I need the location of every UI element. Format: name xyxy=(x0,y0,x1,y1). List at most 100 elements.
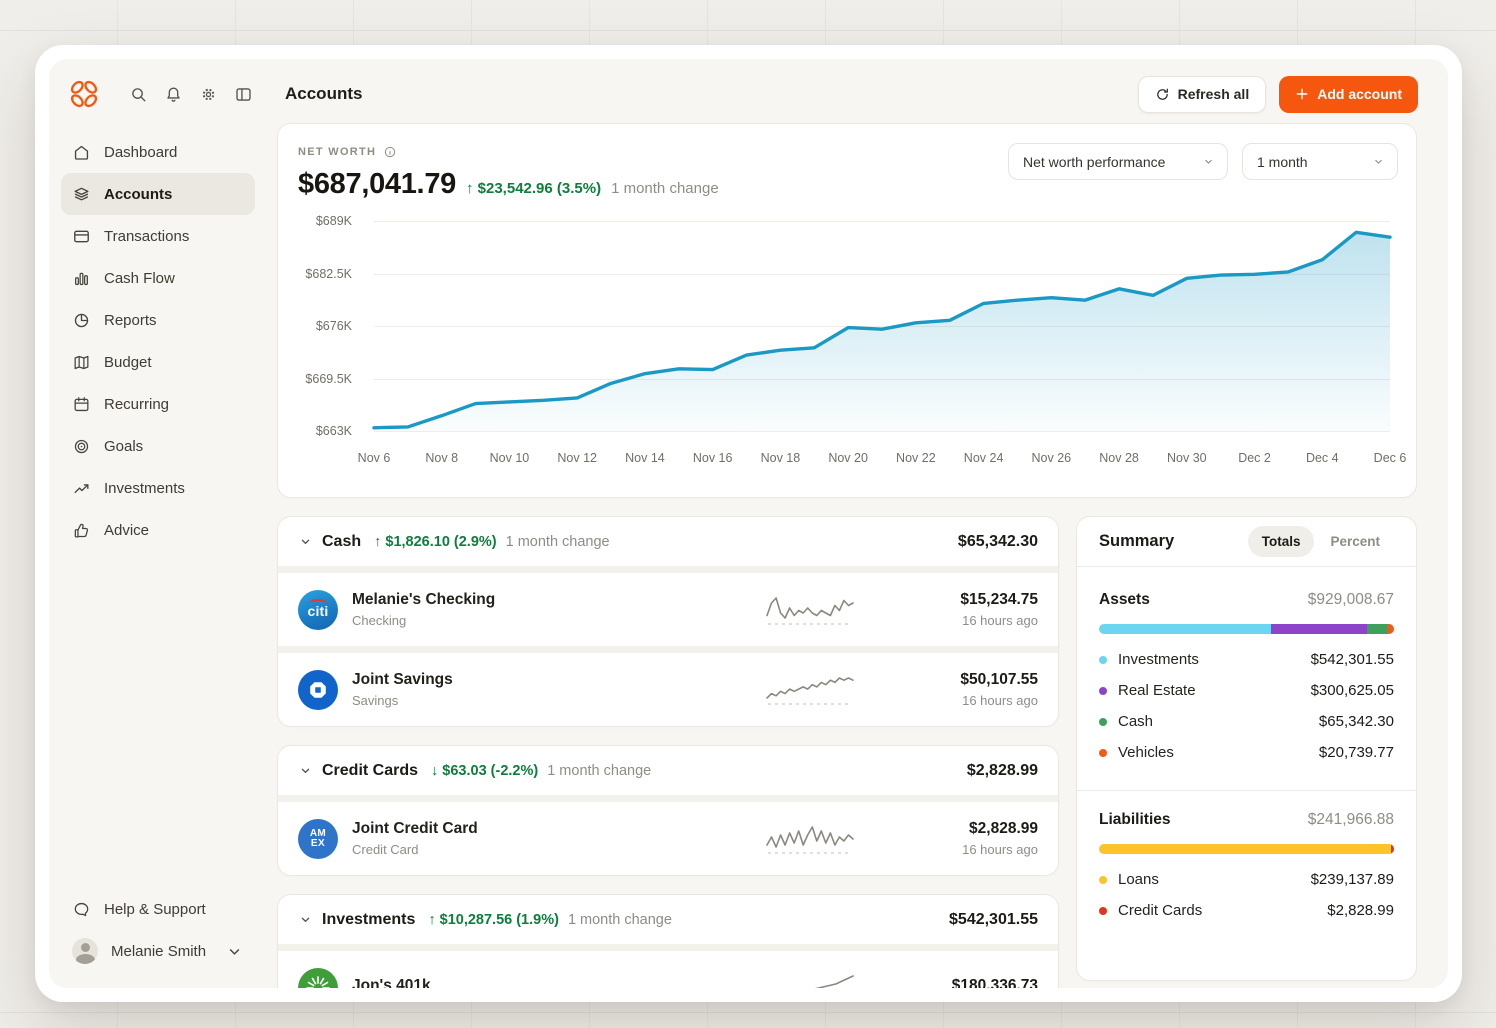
settings-gear-icon[interactable] xyxy=(193,79,223,109)
divider xyxy=(278,566,1058,573)
net-worth-card: NET WORTH $687,041.79 ↑ $23,542.96 (3.5%… xyxy=(277,123,1417,498)
notifications-bell-icon[interactable] xyxy=(158,79,188,109)
account-type: Savings xyxy=(352,693,399,708)
search-icon[interactable] xyxy=(123,79,153,109)
chat-bubble-icon xyxy=(74,902,89,916)
pie-chart-icon xyxy=(74,313,89,327)
credit-cards-section-header[interactable]: Credit Cards ↓ $63.03 (-2.2%) 1 month cha… xyxy=(278,746,1058,795)
section-change: ↑ $10,287.56 (1.9%) xyxy=(428,911,559,928)
sidebar-item-label: Goals xyxy=(104,437,144,455)
chevron-down-icon xyxy=(298,534,313,549)
sidebar-item-investments[interactable]: Investments xyxy=(61,467,255,509)
networth-plot[interactable] xyxy=(374,221,1390,432)
user-avatar xyxy=(72,938,98,964)
info-icon[interactable] xyxy=(383,145,397,159)
legend-row-loans: Loans $239,137.89 xyxy=(1099,864,1394,895)
chevron-down-icon xyxy=(298,912,313,927)
account-row-melanies-checking[interactable]: citi Melanie's Checking Checking $15,234… xyxy=(278,573,1058,646)
liabilities-legend: Loans $239,137.89 Credit Cards $2,828.99 xyxy=(1099,864,1394,926)
refresh-all-label: Refresh all xyxy=(1177,86,1250,102)
sidebar-item-advice[interactable]: Advice xyxy=(61,509,255,551)
legend-dot xyxy=(1099,655,1107,664)
percent-tab[interactable]: Percent xyxy=(1316,526,1394,557)
liabilities-bar xyxy=(1099,844,1394,854)
section-total: $65,342.30 xyxy=(957,532,1038,550)
legend-row-cash: Cash $65,342.30 xyxy=(1099,706,1394,737)
add-account-label: Add account xyxy=(1317,86,1402,102)
account-name: Jon's 401k xyxy=(352,976,431,989)
x-axis-tick-label: Nov 12 xyxy=(557,451,597,465)
legend-dot xyxy=(1099,686,1107,695)
amex-logo-icon: AM EX xyxy=(298,818,338,859)
section-title: Investments xyxy=(322,910,416,928)
time-range-select[interactable]: 1 month xyxy=(1242,143,1398,180)
app-header: Accounts Refresh all Add account xyxy=(49,59,1448,123)
chevron-down-icon xyxy=(298,763,313,778)
account-name: Melanie's Checking xyxy=(352,591,496,608)
assets-total: $929,008.67 xyxy=(1307,591,1394,608)
legend-row-investments: Investments $542,301.55 xyxy=(1099,644,1394,675)
sidebar-item-label: Reports xyxy=(104,311,157,329)
section-change: ↓ $63.03 (-2.2%) xyxy=(431,762,539,779)
sidebar-item-reports[interactable]: Reports xyxy=(61,299,255,341)
add-account-button[interactable]: Add account xyxy=(1279,75,1418,113)
legend-dot xyxy=(1099,748,1107,757)
sidebar-item-budget[interactable]: Budget xyxy=(61,341,255,383)
summary-view-toggle: Totals Percent xyxy=(1247,526,1394,557)
account-balance: $15,234.75 xyxy=(960,591,1038,608)
view-select-value: Net worth performance xyxy=(1023,153,1166,170)
section-title: Credit Cards xyxy=(322,761,419,779)
account-updated: 16 hours ago xyxy=(962,613,1038,628)
sidebar-item-recurring[interactable]: Recurring xyxy=(61,383,255,425)
legend-dot xyxy=(1099,875,1107,884)
account-balance: $2,828.99 xyxy=(969,820,1038,837)
sidebar-item-accounts[interactable]: Accounts xyxy=(61,173,255,215)
summary-title: Summary xyxy=(1099,532,1175,550)
net-worth-value: $687,041.79 xyxy=(298,168,456,200)
sidebar-item-goals[interactable]: Goals xyxy=(61,425,255,467)
sidebar: Dashboard Accounts Transactions Cash Flo… xyxy=(49,123,267,988)
x-axis-tick-label: Dec 6 xyxy=(1373,451,1407,465)
sidebar-item-label: Cash Flow xyxy=(104,269,175,287)
account-row-joint-credit-card[interactable]: AM EX Joint Credit Card Credit Card $2,82… xyxy=(278,802,1058,875)
legend-row-credit-cards: Credit Cards $2,828.99 xyxy=(1099,895,1394,926)
assets-bar xyxy=(1099,624,1394,634)
y-axis-tick-label: $663K xyxy=(315,424,352,438)
section-change-note: 1 month change xyxy=(547,762,652,779)
range-select-value: 1 month xyxy=(1257,153,1308,170)
citi-logo-icon: citi xyxy=(298,589,338,630)
summary-panel: Summary Totals Percent Assets $929,008.6… xyxy=(1076,516,1417,981)
sidebar-item-transactions[interactable]: Transactions xyxy=(61,215,255,257)
trending-up-icon xyxy=(74,483,89,493)
net-worth-view-select[interactable]: Net worth performance xyxy=(1008,143,1228,180)
monarch-logo-icon[interactable] xyxy=(67,77,101,111)
net-worth-chart[interactable]: $689K $682.5K $676K $669.5K $663K Nov 6 Nov 8… xyxy=(298,214,1406,465)
divider xyxy=(278,646,1058,653)
plus-icon xyxy=(1295,87,1309,101)
credit-card-icon xyxy=(74,230,89,242)
section-total: $2,828.99 xyxy=(966,761,1038,779)
help-support-button[interactable]: Help & Support xyxy=(61,888,255,930)
cash-section-header[interactable]: Cash ↑ $1,826.10 (2.9%) 1 month change $6… xyxy=(278,517,1058,566)
sidebar-item-dashboard[interactable]: Dashboard xyxy=(61,131,255,173)
account-type: Checking xyxy=(352,613,407,628)
chevron-down-icon xyxy=(1375,159,1382,164)
totals-tab[interactable]: Totals xyxy=(1247,526,1315,557)
chart-y-labels: $689K $682.5K $676K $669.5K $663K xyxy=(298,214,352,438)
x-axis-tick-label: Nov 26 xyxy=(1031,451,1072,465)
sidebar-toggle-icon[interactable] xyxy=(228,79,258,109)
user-name: Melanie Smith xyxy=(111,942,207,960)
account-row-joint-savings[interactable]: Joint Savings Savings $50,107.55 16 hour… xyxy=(278,653,1058,726)
x-axis-tick-label: Dec 4 xyxy=(1305,451,1339,465)
x-axis-tick-label: Nov 10 xyxy=(489,451,530,465)
sidebar-item-cash-flow[interactable]: Cash Flow xyxy=(61,257,255,299)
refresh-all-button[interactable]: Refresh all xyxy=(1137,75,1267,113)
x-axis-tick-label: Dec 2 xyxy=(1238,451,1271,465)
sparkline-chart xyxy=(766,596,854,625)
user-menu[interactable]: Melanie Smith xyxy=(61,930,255,972)
x-axis-tick-label: Nov 14 xyxy=(625,451,665,465)
section-total: $542,301.55 xyxy=(949,910,1038,928)
account-row-jons-401k[interactable]: Jon's 401k $180,336.73 xyxy=(278,951,1058,988)
investments-section-header[interactable]: Investments ↑ $10,287.56 (1.9%) 1 month c… xyxy=(278,895,1058,944)
app-container: Accounts Refresh all Add account Dashboa… xyxy=(49,59,1448,988)
